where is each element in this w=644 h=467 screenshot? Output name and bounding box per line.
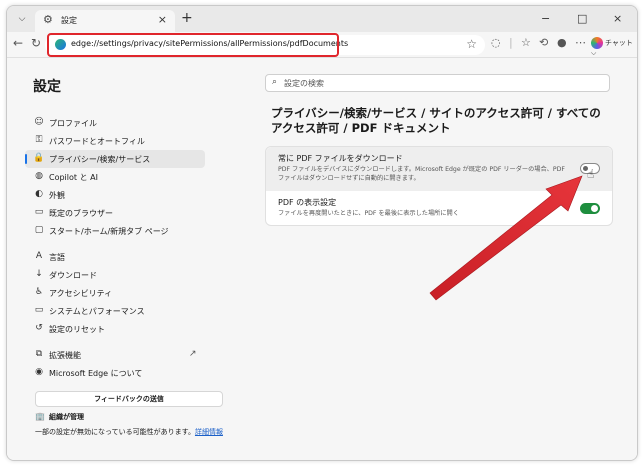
favorite-star-icon[interactable]: ☆ bbox=[466, 37, 477, 51]
settings-search-input[interactable]: ⌕ 設定の検索 bbox=[265, 74, 610, 92]
extensions-icon: ⧉ bbox=[35, 349, 43, 359]
tab-settings[interactable]: ⚙ 設定 × bbox=[35, 10, 175, 32]
setting-description: ファイルを再度開いたときに、PDF を最後に表示した場所に開く bbox=[278, 210, 459, 217]
setting-description: PDF ファイルをデバイスにダウンロードします。Microsoft Edge が… bbox=[278, 166, 565, 182]
org-managed-label: 🏢 組織が管理 bbox=[35, 412, 84, 422]
sidebar-item-downloads[interactable]: ↓ ダウンロード bbox=[25, 266, 205, 284]
sidebar-item-label: Copilot と AI bbox=[49, 173, 98, 182]
hand-cursor-icon: ☝ bbox=[587, 167, 595, 181]
download-icon: ↓ bbox=[35, 269, 43, 279]
new-tab-page-icon: ▢ bbox=[34, 225, 44, 235]
browser-window: ⌵ ⚙ 設定 × + − □ × ← ↻ edge://settings/pri… bbox=[6, 5, 638, 461]
chat-button[interactable]: チャット ⌵ bbox=[591, 37, 637, 58]
sidebar-item-label: プロファイル bbox=[49, 119, 97, 128]
tab-close-icon[interactable]: × bbox=[158, 13, 167, 26]
settings-title: 設定 bbox=[33, 79, 61, 95]
external-link-icon: ↗ bbox=[189, 349, 197, 359]
close-window-button[interactable]: × bbox=[613, 12, 622, 25]
org-note: 一部の設定が無効になっている可能性があります。詳細情報 bbox=[35, 427, 223, 437]
setting-row-always-download-pdf: 常に PDF ファイルをダウンロード PDF ファイルをデバイスにダウンロードし… bbox=[266, 147, 612, 191]
search-placeholder: 設定の検索 bbox=[284, 79, 324, 88]
refresh-icon[interactable]: ↻ bbox=[31, 36, 41, 50]
tab-actions-menu-icon[interactable]: ⌵ bbox=[13, 11, 31, 27]
title-bar: ⌵ ⚙ 設定 × + − □ × bbox=[7, 6, 637, 32]
gear-icon: ⚙ bbox=[43, 13, 53, 26]
setting-title: PDF の表示設定 bbox=[278, 198, 337, 207]
toolbar-divider: | bbox=[509, 36, 513, 49]
laptop-icon: ▭ bbox=[34, 305, 44, 315]
sidebar-item-privacy[interactable]: 🔒 プライバシー/検索/サービス bbox=[25, 150, 205, 168]
sidebar-item-accessibility[interactable]: ♿ アクセシビリティ bbox=[25, 284, 205, 302]
sidebar-item-label: 設定のリセット bbox=[49, 325, 105, 334]
sidebar-item-label: アクセシビリティ bbox=[49, 289, 113, 298]
favorites-icon[interactable]: ☆ bbox=[521, 36, 531, 49]
sidebar-item-label: Microsoft Edge について bbox=[49, 369, 143, 378]
sidebar-item-label: 拡張機能 bbox=[49, 351, 81, 360]
sidebar-item-label: プライバシー/検索/サービス bbox=[49, 155, 151, 164]
language-icon: A bbox=[35, 251, 43, 261]
sidebar-item-label: 外観 bbox=[49, 191, 65, 200]
sidebar-item-passwords[interactable]: ⚿ パスワードとオートフィル bbox=[25, 132, 205, 150]
sidebar-item-label: スタート/ホーム/新規タブ ページ bbox=[49, 227, 169, 236]
history-icon[interactable]: ⟲ bbox=[539, 36, 548, 49]
org-note-text: 一部の設定が無効になっている可能性があります。 bbox=[35, 428, 195, 436]
pdf-view-toggle[interactable] bbox=[580, 203, 600, 214]
sidebar-item-extensions[interactable]: ⧉ 拡張機能 ↗ bbox=[25, 346, 205, 364]
sidebar-item-about[interactable]: ◉ Microsoft Edge について bbox=[25, 364, 205, 382]
setting-title: 常に PDF ファイルをダウンロード bbox=[278, 154, 403, 163]
sidebar-item-default-browser[interactable]: ▭ 既定のブラウザー bbox=[25, 204, 205, 222]
sidebar-item-label: システムとパフォーマンス bbox=[49, 307, 145, 316]
url-highlight-box bbox=[47, 33, 339, 57]
settings-content: 設定 ⌕ 設定の検索 ☺ プロファイル ⚿ パスワードとオートフィル 🔒 プライバシー… bbox=[7, 58, 637, 460]
page-heading: プライバシー/検索/サービス / サイトのアクセス許可 / すべてのアクセス許可… bbox=[271, 106, 601, 135]
navigation-bar: ← ↻ edge://settings/privacy/sitePermissi… bbox=[7, 32, 637, 58]
more-menu-icon[interactable]: ⋯ bbox=[575, 36, 586, 49]
new-tab-button[interactable]: + bbox=[181, 10, 193, 26]
sidebar-item-start-home[interactable]: ▢ スタート/ホーム/新規タブ ページ bbox=[25, 222, 205, 240]
sidebar-item-label: パスワードとオートフィル bbox=[49, 137, 145, 146]
settings-sidebar: ☺ プロファイル ⚿ パスワードとオートフィル 🔒 プライバシー/検索/サービス ◍ C… bbox=[25, 114, 205, 382]
profile-icon: ☺ bbox=[34, 117, 44, 127]
sidebar-item-label: ダウンロード bbox=[49, 271, 97, 280]
accessibility-icon: ♿ bbox=[34, 287, 44, 297]
sidebar-item-reset[interactable]: ↺ 設定のリセット bbox=[25, 320, 205, 338]
copilot-icon: ◍ bbox=[35, 171, 43, 181]
send-feedback-button[interactable]: フィードバックの送信 bbox=[35, 391, 223, 407]
profile-avatar-icon[interactable]: ● bbox=[557, 36, 567, 49]
search-icon: ⌕ bbox=[272, 77, 278, 87]
lock-icon: 🔒 bbox=[33, 153, 45, 163]
org-managed-text: 組織が管理 bbox=[48, 413, 84, 421]
pdf-settings-card: 常に PDF ファイルをダウンロード PDF ファイルをデバイスにダウンロードし… bbox=[265, 146, 613, 226]
sidebar-item-label: 既定のブラウザー bbox=[49, 209, 113, 218]
toggle-knob bbox=[591, 205, 598, 212]
sidebar-item-copilot[interactable]: ◍ Copilot と AI bbox=[25, 168, 205, 186]
learn-more-link[interactable]: 詳細情報 bbox=[195, 428, 223, 436]
building-icon: 🏢 bbox=[35, 412, 45, 421]
tab-title: 設定 bbox=[61, 16, 77, 25]
sidebar-item-languages[interactable]: A 言語 bbox=[25, 248, 205, 266]
reset-icon: ↺ bbox=[35, 323, 43, 333]
minimize-button[interactable]: − bbox=[541, 12, 550, 25]
setting-row-pdf-view: PDF の表示設定 ファイルを再度開いたときに、PDF を最後に表示した場所に開… bbox=[266, 191, 612, 227]
copilot-logo-icon bbox=[591, 37, 603, 49]
sidebar-item-system[interactable]: ▭ システムとパフォーマンス bbox=[25, 302, 205, 320]
key-icon: ⚿ bbox=[35, 135, 43, 145]
sidebar-item-appearance[interactable]: ◐ 外観 bbox=[25, 186, 205, 204]
browser-window-icon: ▭ bbox=[34, 207, 44, 217]
sidebar-item-label: 言語 bbox=[49, 253, 65, 262]
appearance-icon: ◐ bbox=[35, 189, 43, 199]
chat-label: チャット bbox=[605, 39, 633, 47]
maximize-button[interactable]: □ bbox=[577, 12, 587, 25]
copilot-icon[interactable]: ◌ bbox=[491, 36, 501, 49]
sidebar-item-profile[interactable]: ☺ プロファイル bbox=[25, 114, 205, 132]
edge-logo-icon: ◉ bbox=[35, 367, 43, 377]
back-arrow-icon[interactable]: ← bbox=[13, 36, 23, 50]
